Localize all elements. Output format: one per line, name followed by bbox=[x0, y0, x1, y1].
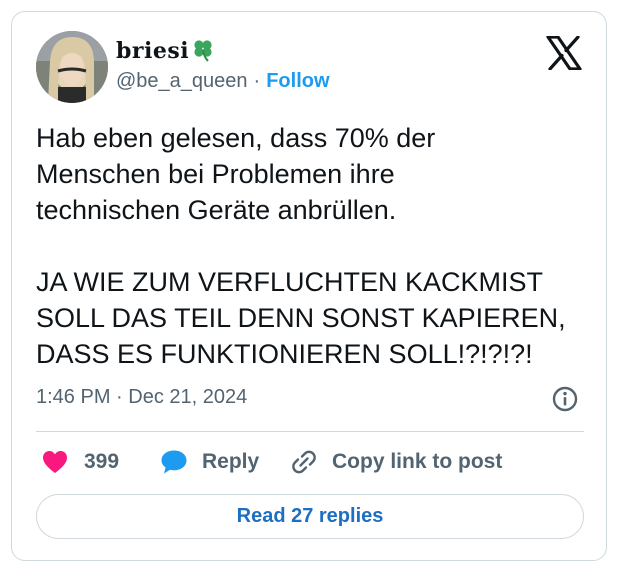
avatar[interactable] bbox=[36, 31, 108, 103]
link-icon bbox=[292, 450, 316, 474]
handle-line: @be_a_queen · Follow bbox=[116, 70, 330, 93]
avatar-image bbox=[36, 31, 108, 103]
info-icon[interactable] bbox=[551, 385, 579, 413]
read-replies-button[interactable]: Read 27 replies bbox=[36, 494, 584, 539]
action-bar: 399 Reply Copy link to post bbox=[36, 444, 584, 480]
user-handle[interactable]: @be_a_queen bbox=[116, 70, 248, 92]
reply-label: Reply bbox=[202, 450, 260, 473]
separator-dot: · bbox=[253, 70, 261, 92]
like-button[interactable]: 399 bbox=[42, 444, 119, 480]
reply-button[interactable]: Reply bbox=[160, 444, 259, 480]
tweet-text: Hab eben gelesen, dass 70% der Menschen … bbox=[36, 123, 566, 369]
heart-icon bbox=[43, 451, 67, 473]
divider bbox=[36, 431, 584, 432]
copy-link-label: Copy link to post bbox=[332, 450, 503, 473]
four-leaf-clover-icon bbox=[194, 40, 212, 62]
follow-button[interactable]: Follow bbox=[266, 70, 329, 92]
x-logo-icon[interactable] bbox=[546, 36, 582, 70]
timestamp[interactable]: 1:46 PM · Dec 21, 2024 bbox=[36, 386, 247, 409]
reply-bubble-icon bbox=[161, 450, 187, 474]
copy-link-button[interactable]: Copy link to post bbox=[290, 444, 502, 480]
tweet-card: briesi @be_a_queen · Follow Hab eben geles… bbox=[11, 11, 607, 561]
display-name[interactable]: briesi bbox=[116, 38, 189, 64]
like-count: 399 bbox=[84, 450, 120, 473]
